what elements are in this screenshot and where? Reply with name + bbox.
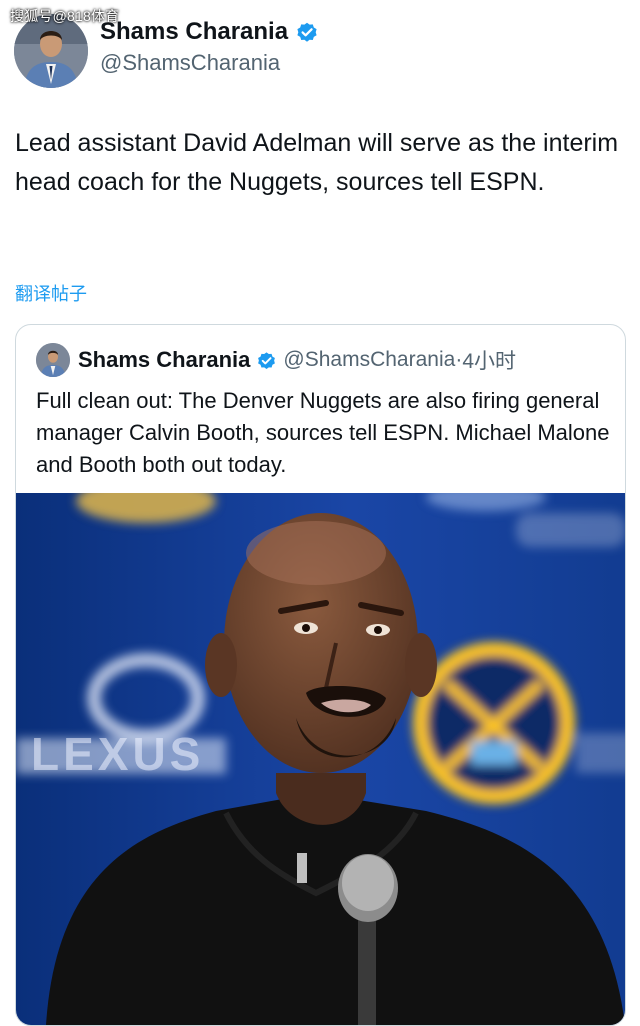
quoted-author-avatar[interactable] (36, 343, 70, 377)
logo-text: LEXUS (31, 728, 204, 780)
translate-post-link[interactable]: 翻译帖子 (15, 280, 87, 306)
tweet-text: Lead assistant David Adelman will serve … (15, 129, 619, 196)
verified-badge-icon (258, 351, 276, 369)
quoted-tweet-photo[interactable]: LEXUS (16, 493, 625, 1025)
quoted-tweet-text: Full clean out: The Denver Nuggets are a… (36, 388, 610, 477)
quoted-author-handle[interactable]: @ShamsCharania (283, 348, 455, 372)
svg-text:LEXUS: LEXUS (31, 728, 204, 780)
quoted-tweet-card[interactable]: Shams Charania @ShamsCharania · 4小时 Full… (15, 324, 626, 1026)
author-header: Shams Charania (100, 18, 319, 46)
quoted-author-name[interactable]: Shams Charania (78, 347, 250, 373)
quoted-tweet-header: Shams Charania @ShamsCharania · 4小时 (36, 343, 516, 377)
quoted-timestamp[interactable]: 4小时 (462, 345, 516, 375)
verified-badge-icon (297, 22, 317, 42)
author-handle[interactable]: @ShamsCharania (100, 50, 280, 76)
meta-separator: · (455, 348, 463, 371)
profile-photo-icon (36, 343, 70, 377)
author-name[interactable]: Shams Charania (100, 18, 288, 46)
watermark: 搜狐号@818体育 (10, 8, 120, 24)
